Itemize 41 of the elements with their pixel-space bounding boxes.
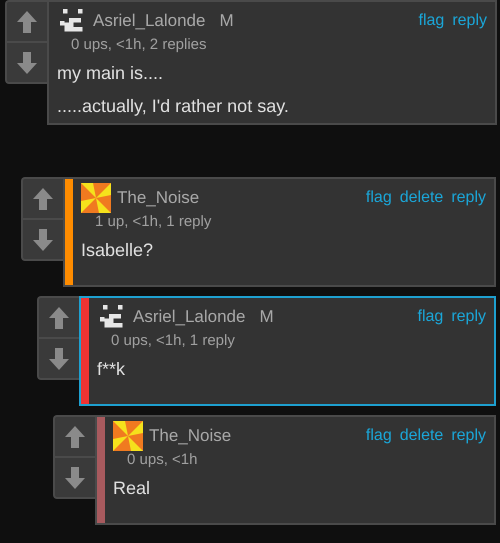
downvote-button[interactable] — [21, 219, 63, 261]
username-link[interactable]: Asriel_Lalonde — [93, 11, 206, 31]
upvote-button[interactable] — [21, 177, 63, 219]
comment-text: my main is.... — [57, 63, 164, 84]
comment-text: f**k — [97, 359, 126, 380]
comment-text: Isabelle? — [81, 240, 154, 261]
comment-text: .....actually, I'd rather not say. — [57, 96, 290, 117]
comment-meta: 1 up, <1h, 1 reply — [95, 213, 212, 230]
comment-action-link[interactable]: flag — [366, 189, 392, 207]
comment-action-link[interactable]: flag — [366, 427, 392, 445]
comment-meta: 0 ups, <1h, 1 reply — [111, 332, 236, 349]
down-arrow-icon — [48, 346, 70, 370]
comment-action-link[interactable]: flag — [418, 308, 444, 326]
username-link[interactable]: Asriel_Lalonde — [133, 307, 246, 327]
comment-meta: 0 ups, <1h — [127, 451, 198, 468]
username-link[interactable]: The_Noise — [117, 188, 200, 208]
comment-action-link[interactable]: reply — [451, 308, 486, 326]
user-tag-label: M — [259, 307, 274, 327]
comment-action-link[interactable]: delete — [400, 189, 444, 207]
up-arrow-icon — [32, 186, 54, 210]
downvote-button[interactable] — [37, 338, 79, 380]
username-link[interactable]: The_Noise — [149, 426, 232, 446]
down-arrow-icon — [64, 466, 86, 490]
user-tag-label: M — [219, 11, 234, 31]
downvote-button[interactable] — [53, 457, 95, 499]
up-arrow-icon — [48, 306, 70, 330]
upvote-button[interactable] — [5, 0, 47, 42]
upvote-button[interactable] — [53, 415, 95, 457]
comment-action-link[interactable]: reply — [451, 427, 486, 445]
up-arrow-icon — [16, 10, 38, 34]
comment-action-link[interactable]: reply — [452, 12, 487, 30]
down-arrow-icon — [32, 228, 54, 252]
downvote-button[interactable] — [5, 42, 47, 84]
comment-text: Real — [113, 478, 152, 499]
comment-meta: 0 ups, <1h, 2 replies — [71, 36, 208, 53]
comment-action-link[interactable]: delete — [400, 427, 444, 445]
comment-action-link[interactable]: reply — [451, 189, 486, 207]
up-arrow-icon — [64, 424, 86, 448]
comment-action-link[interactable]: flag — [418, 12, 444, 30]
down-arrow-icon — [16, 50, 38, 74]
upvote-button[interactable] — [37, 296, 79, 338]
